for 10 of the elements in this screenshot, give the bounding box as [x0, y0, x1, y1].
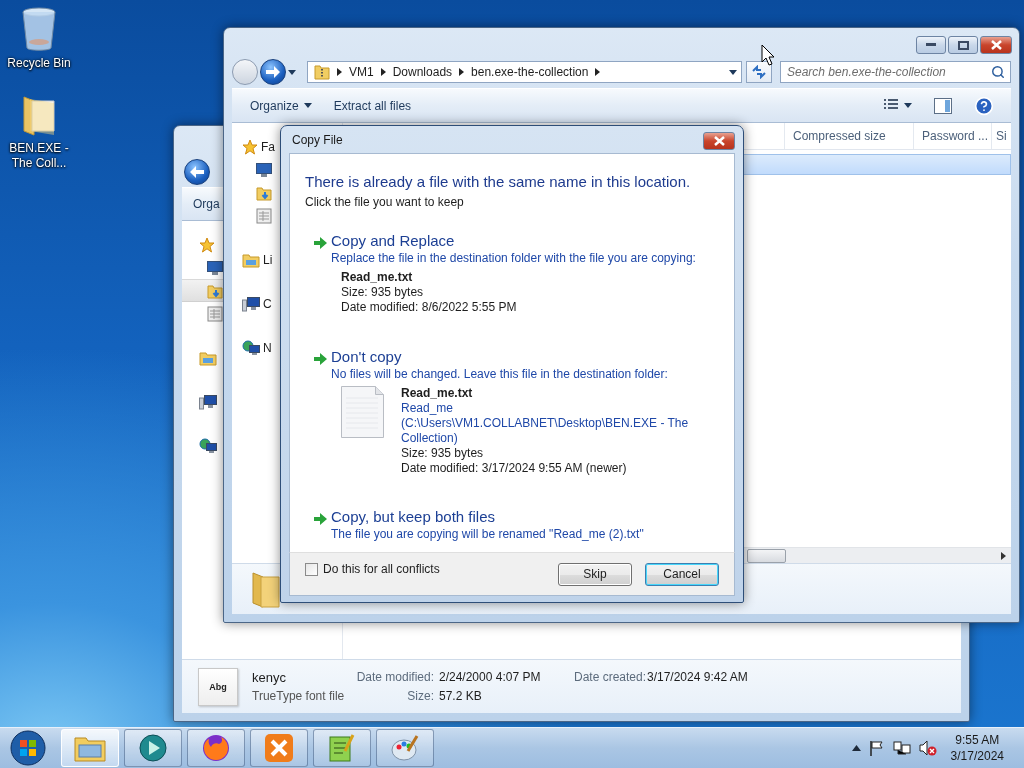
field-value: 57.2 KB [439, 689, 483, 703]
field-label: Size: [406, 689, 434, 703]
font-preview-thumbnail: Abg [198, 667, 238, 706]
dialog-heading: There is already a file with the same name in this location. [305, 173, 692, 190]
field-label: Date modified: [355, 670, 434, 684]
file-name: kenyc [252, 670, 287, 685]
dialog-title: Copy File [292, 132, 343, 147]
field-value: 2/24/2000 4:07 PM [439, 670, 542, 684]
dialog-instruction: Click the file you want to keep [305, 195, 465, 209]
field-value: 3/17/2024 9:42 AM [647, 670, 748, 684]
